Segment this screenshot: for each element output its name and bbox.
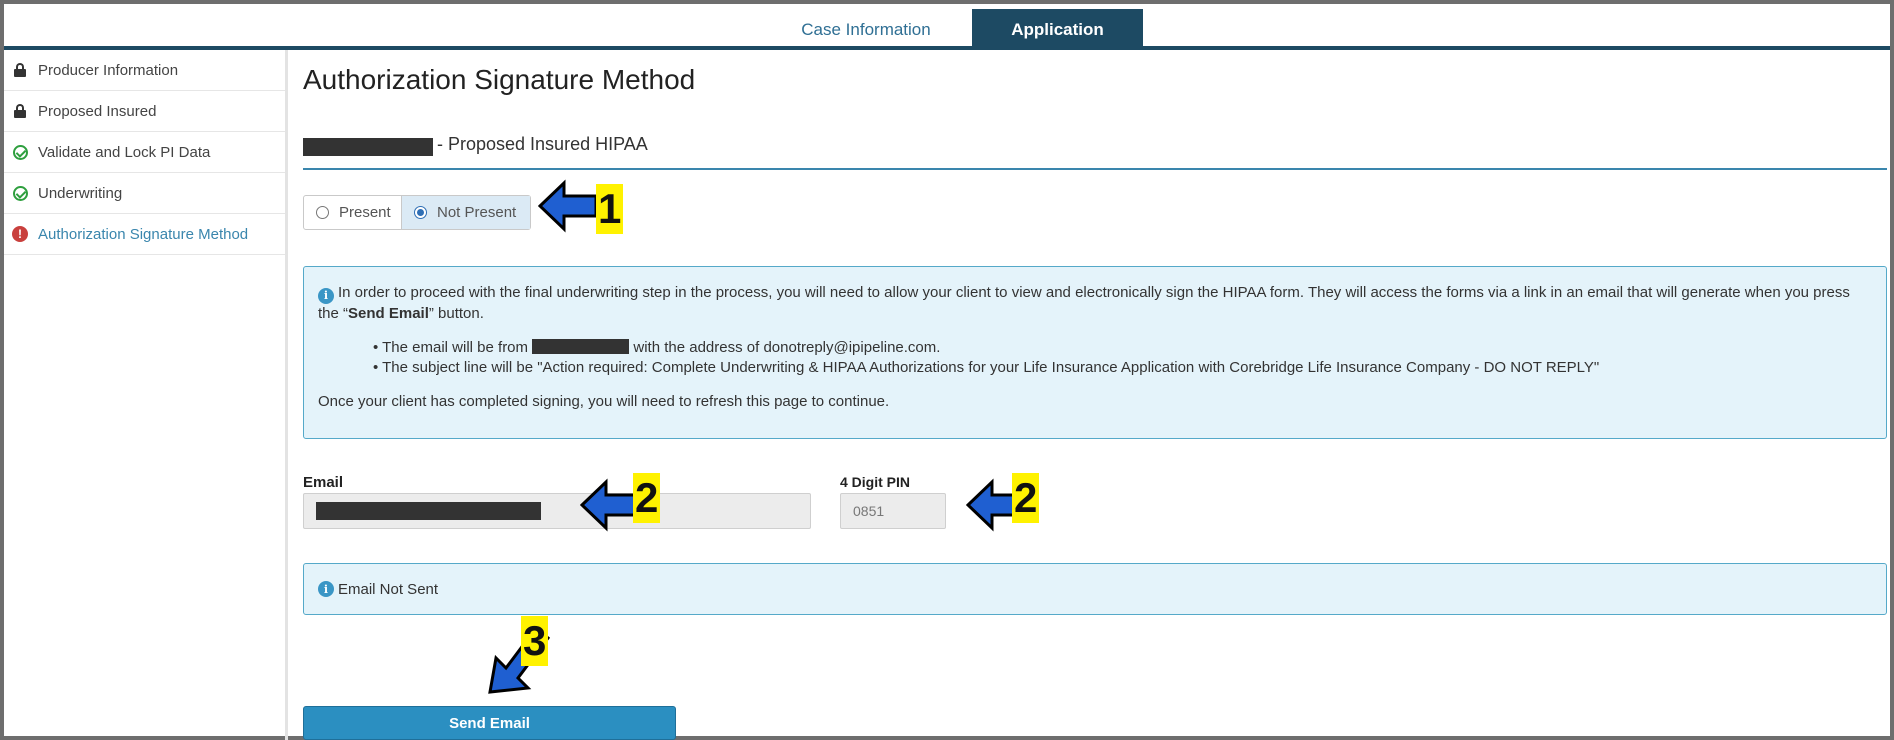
sidebar-item-proposed-insured[interactable]: Proposed Insured — [4, 91, 285, 132]
radio-not-present[interactable]: Not Present — [402, 196, 530, 229]
page-title: Authorization Signature Method — [303, 64, 696, 95]
page-frame: Case Information Application Producer In… — [0, 0, 1894, 740]
radio-circle-selected[interactable] — [414, 206, 427, 219]
tab-case-information[interactable]: Case Information — [778, 9, 954, 50]
sidebar-item-authorization-signature-method[interactable]: ! Authorization Signature Method — [4, 214, 285, 255]
annotation-badge-2-email: 2 — [633, 473, 661, 523]
radio-present[interactable]: Present — [304, 196, 402, 229]
redacted-name — [303, 138, 433, 156]
radio-label: Present — [339, 204, 391, 221]
pin-field[interactable]: 0851 — [840, 493, 946, 529]
alert-circle-icon: ! — [12, 226, 28, 242]
sidebar-item-label: Proposed Insured — [38, 102, 157, 120]
send-email-button[interactable]: Send Email — [303, 706, 676, 740]
annotation-badge-1: 1 — [596, 184, 624, 234]
radio-circle[interactable] — [316, 206, 329, 219]
sidebar-item-validate-lock-pi-data[interactable]: Validate and Lock PI Data — [4, 132, 285, 173]
annotation-badge-2-pin: 2 — [1012, 473, 1040, 523]
email-field[interactable] — [303, 493, 811, 529]
top-tab-bar: Case Information Application — [4, 4, 1890, 50]
email-status-text: Email Not Sent — [338, 580, 439, 598]
instructions-info-box: i In order to proceed with the final unde… — [303, 266, 1887, 439]
lock-icon — [12, 103, 28, 119]
bullet-subject-line: • The subject line will be "Action requi… — [373, 359, 1600, 376]
redacted-email — [316, 502, 541, 520]
sidebar-item-producer-information[interactable]: Producer Information — [4, 50, 285, 91]
sidebar-item-label: Underwriting — [38, 184, 123, 202]
pin-label: 4 Digit PIN — [840, 474, 911, 490]
email-label: Email — [303, 474, 344, 491]
check-circle-icon — [12, 144, 28, 160]
redacted-sender — [532, 339, 630, 354]
sidebar-item-label: Producer Information — [38, 61, 179, 79]
sidebar-item-label: Authorization Signature Method — [38, 225, 249, 243]
sidebar-item-label: Validate and Lock PI Data — [38, 143, 211, 161]
bullet-email-from: • The email will be from with the addres… — [373, 339, 941, 356]
info-icon: i — [318, 581, 334, 597]
info-icon: i — [318, 288, 334, 304]
tab-application[interactable]: Application — [972, 9, 1143, 50]
email-status-box: i Email Not Sent — [303, 563, 1887, 615]
section-heading: - Proposed Insured HIPAA — [303, 134, 1887, 170]
info-bullets: • The email will be from with the addres… — [318, 338, 1872, 378]
sidebar: Producer Information Proposed Insured Va… — [4, 50, 288, 740]
annotation-badge-3: 3 — [521, 616, 549, 666]
annotation-arrow-2-email — [580, 478, 638, 532]
check-circle-icon — [12, 185, 28, 201]
presence-radio-group: Present Not Present — [303, 195, 531, 230]
info-intro: i In order to proceed with the final unde… — [318, 284, 1850, 322]
sidebar-item-underwriting[interactable]: Underwriting — [4, 173, 285, 214]
lock-icon — [12, 62, 28, 78]
info-footer: Once your client has completed signing, … — [318, 393, 890, 410]
radio-label: Not Present — [437, 204, 517, 221]
section-heading-text: - Proposed Insured HIPAA — [437, 134, 648, 154]
annotation-arrow-1 — [538, 179, 598, 233]
